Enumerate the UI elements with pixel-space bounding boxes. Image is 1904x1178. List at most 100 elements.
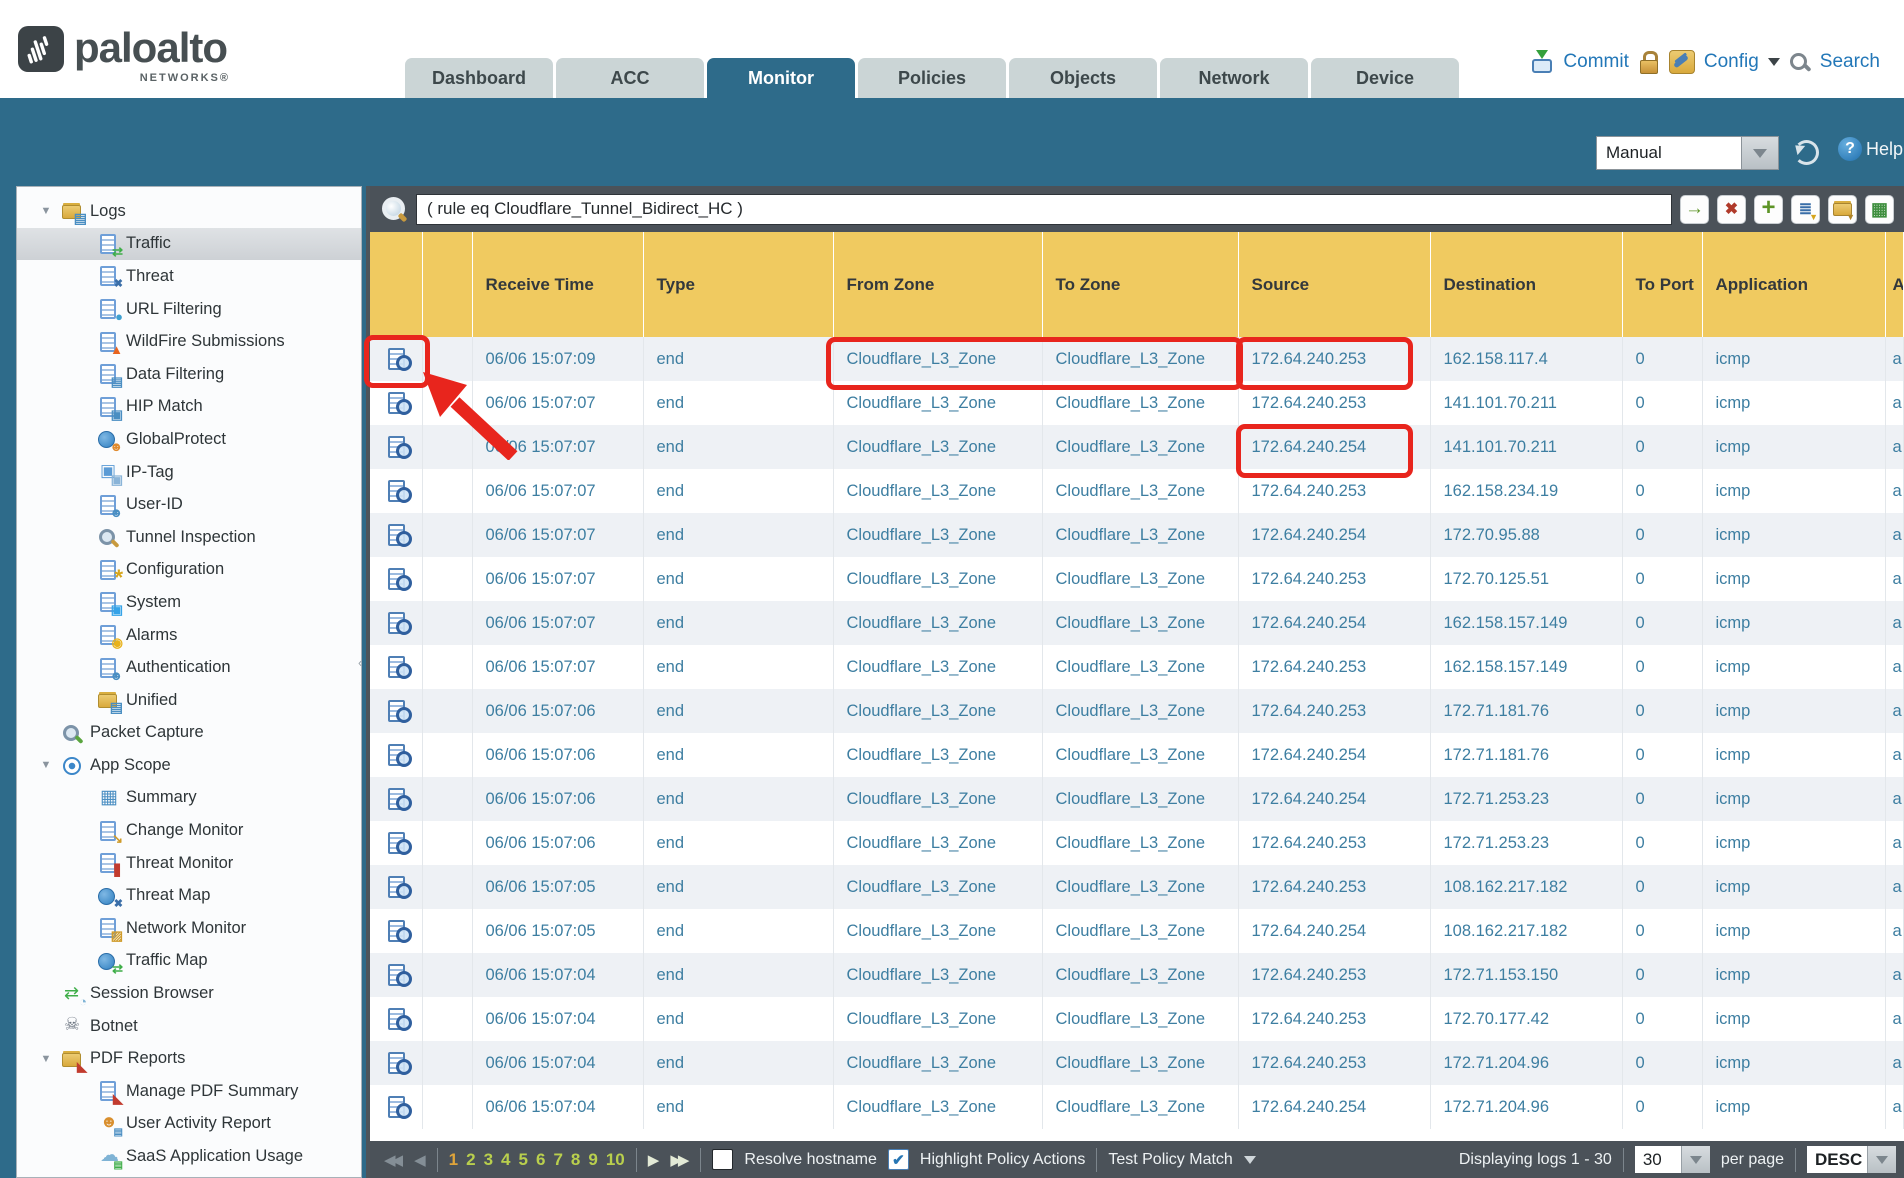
cell-type[interactable]: end bbox=[643, 953, 833, 997]
cell-to-zone[interactable]: Cloudflare_L3_Zone bbox=[1042, 601, 1238, 645]
commit-link[interactable]: Commit bbox=[1563, 51, 1628, 73]
sidebar-item[interactable]: Packet Capture bbox=[17, 717, 361, 750]
page-number[interactable]: 8 bbox=[571, 1150, 580, 1170]
cell-to-port[interactable]: 0 bbox=[1622, 777, 1702, 821]
cell-source[interactable]: 172.64.240.253 bbox=[1238, 381, 1430, 425]
page-number[interactable]: 6 bbox=[536, 1150, 545, 1170]
cell-application[interactable]: icmp bbox=[1702, 953, 1885, 997]
cell-to-zone[interactable]: Cloudflare_L3_Zone bbox=[1042, 733, 1238, 777]
cell-receive-time[interactable]: 06/06 15:07:07 bbox=[472, 645, 643, 689]
cell-action[interactable]: a bbox=[1885, 513, 1904, 557]
log-detail-icon[interactable] bbox=[387, 786, 414, 813]
page-number[interactable]: 4 bbox=[501, 1150, 510, 1170]
cell-to-port[interactable]: 0 bbox=[1622, 689, 1702, 733]
cell-destination[interactable]: 172.71.181.76 bbox=[1430, 733, 1622, 777]
cell-from-zone[interactable]: Cloudflare_L3_Zone bbox=[833, 997, 1042, 1041]
cell-receive-time[interactable]: 06/06 15:07:04 bbox=[472, 1041, 643, 1085]
page-number[interactable]: 5 bbox=[519, 1150, 528, 1170]
nav-tab[interactable]: Dashboard bbox=[405, 58, 553, 98]
sidebar-item[interactable]: Alarms bbox=[17, 619, 361, 652]
col-header-type[interactable]: Type bbox=[643, 232, 833, 337]
log-detail-icon[interactable] bbox=[387, 698, 414, 725]
cell-type[interactable]: end bbox=[643, 381, 833, 425]
cell-receive-time[interactable]: 06/06 15:07:09 bbox=[472, 337, 643, 381]
cell-type[interactable]: end bbox=[643, 777, 833, 821]
cell-type[interactable]: end bbox=[643, 689, 833, 733]
cell-from-zone[interactable]: Cloudflare_L3_Zone bbox=[833, 513, 1042, 557]
cell-to-port[interactable]: 0 bbox=[1622, 997, 1702, 1041]
cell-from-zone[interactable]: Cloudflare_L3_Zone bbox=[833, 1085, 1042, 1129]
cell-destination[interactable]: 108.162.217.182 bbox=[1430, 909, 1622, 953]
col-header-to-port[interactable]: To Port bbox=[1622, 232, 1702, 337]
sidebar-item[interactable]: Threat Map bbox=[17, 879, 361, 912]
cell-from-zone[interactable]: Cloudflare_L3_Zone bbox=[833, 1041, 1042, 1085]
cell-application[interactable]: icmp bbox=[1702, 425, 1885, 469]
sidebar-item[interactable]: Botnet bbox=[17, 1010, 361, 1043]
log-detail-icon[interactable] bbox=[387, 522, 414, 549]
col-header-application[interactable]: Application bbox=[1702, 232, 1885, 337]
cell-action[interactable]: a bbox=[1885, 381, 1904, 425]
cell-destination[interactable]: 162.158.157.149 bbox=[1430, 645, 1622, 689]
cell-receive-time[interactable]: 06/06 15:07:06 bbox=[472, 821, 643, 865]
per-page-select[interactable]: 30 bbox=[1635, 1146, 1710, 1173]
expand-triangle-icon[interactable] bbox=[37, 1053, 55, 1065]
cell-type[interactable]: end bbox=[643, 601, 833, 645]
cell-action[interactable]: a bbox=[1885, 337, 1904, 381]
sidebar-item[interactable]: User-ID bbox=[17, 488, 361, 521]
cell-destination[interactable]: 162.158.234.19 bbox=[1430, 469, 1622, 513]
col-header-source[interactable]: Source bbox=[1238, 232, 1430, 337]
sidebar-item[interactable]: Threat Monitor bbox=[17, 847, 361, 880]
cell-to-port[interactable]: 0 bbox=[1622, 337, 1702, 381]
cell-type[interactable]: end bbox=[643, 513, 833, 557]
cell-to-port[interactable]: 0 bbox=[1622, 865, 1702, 909]
log-detail-icon[interactable] bbox=[387, 874, 414, 901]
cell-type[interactable]: end bbox=[643, 557, 833, 601]
sort-order-select[interactable]: DESC bbox=[1807, 1146, 1896, 1173]
cell-to-port[interactable]: 0 bbox=[1622, 513, 1702, 557]
cell-source[interactable]: 172.64.240.254 bbox=[1238, 733, 1430, 777]
cell-source[interactable]: 172.64.240.253 bbox=[1238, 997, 1430, 1041]
cell-type[interactable]: end bbox=[643, 865, 833, 909]
cell-from-zone[interactable]: Cloudflare_L3_Zone bbox=[833, 557, 1042, 601]
cell-source[interactable]: 172.64.240.253 bbox=[1238, 1041, 1430, 1085]
col-header-destination[interactable]: Destination bbox=[1430, 232, 1622, 337]
col-header-from-zone[interactable]: From Zone bbox=[833, 232, 1042, 337]
nav-tab[interactable]: Network bbox=[1160, 58, 1308, 98]
config-link[interactable]: Config bbox=[1704, 51, 1759, 73]
cell-source[interactable]: 172.64.240.254 bbox=[1238, 909, 1430, 953]
cell-type[interactable]: end bbox=[643, 337, 833, 381]
cell-destination[interactable]: 172.70.177.42 bbox=[1430, 997, 1622, 1041]
cell-from-zone[interactable]: Cloudflare_L3_Zone bbox=[833, 777, 1042, 821]
log-detail-icon[interactable] bbox=[387, 1006, 414, 1033]
sidebar-item[interactable]: IP-Tag bbox=[17, 456, 361, 489]
cell-application[interactable]: icmp bbox=[1702, 1085, 1885, 1129]
help-link[interactable]: Help bbox=[1866, 139, 1903, 160]
cell-action[interactable]: a bbox=[1885, 777, 1904, 821]
clear-filter-icon[interactable] bbox=[1717, 195, 1746, 224]
search-icon[interactable] bbox=[1789, 51, 1811, 73]
cell-destination[interactable]: 141.101.70.211 bbox=[1430, 381, 1622, 425]
cell-to-port[interactable]: 0 bbox=[1622, 601, 1702, 645]
cell-action[interactable]: a bbox=[1885, 865, 1904, 909]
cell-receive-time[interactable]: 06/06 15:07:04 bbox=[472, 997, 643, 1041]
cell-receive-time[interactable]: 06/06 15:07:05 bbox=[472, 865, 643, 909]
cell-receive-time[interactable]: 06/06 15:07:06 bbox=[472, 689, 643, 733]
log-detail-icon[interactable] bbox=[387, 1094, 414, 1121]
test-policy-match-button[interactable]: Test Policy Match bbox=[1108, 1151, 1232, 1169]
cell-to-port[interactable]: 0 bbox=[1622, 557, 1702, 601]
sidebar-item[interactable]: App Scope bbox=[17, 749, 361, 782]
nav-tab[interactable]: ACC bbox=[556, 58, 704, 98]
cell-destination[interactable]: 172.71.253.23 bbox=[1430, 821, 1622, 865]
log-detail-icon[interactable] bbox=[387, 654, 414, 681]
sidebar-item[interactable]: HIP Match bbox=[17, 391, 361, 424]
cell-to-port[interactable]: 0 bbox=[1622, 425, 1702, 469]
cell-application[interactable]: icmp bbox=[1702, 909, 1885, 953]
cell-receive-time[interactable]: 06/06 15:07:07 bbox=[472, 601, 643, 645]
cell-to-port[interactable]: 0 bbox=[1622, 733, 1702, 777]
sidebar-item[interactable]: Authentication bbox=[17, 651, 361, 684]
cell-receive-time[interactable]: 06/06 15:07:06 bbox=[472, 733, 643, 777]
cell-application[interactable]: icmp bbox=[1702, 997, 1885, 1041]
cell-source[interactable]: 172.64.240.253 bbox=[1238, 557, 1430, 601]
cell-to-port[interactable]: 0 bbox=[1622, 909, 1702, 953]
cell-to-zone[interactable]: Cloudflare_L3_Zone bbox=[1042, 425, 1238, 469]
